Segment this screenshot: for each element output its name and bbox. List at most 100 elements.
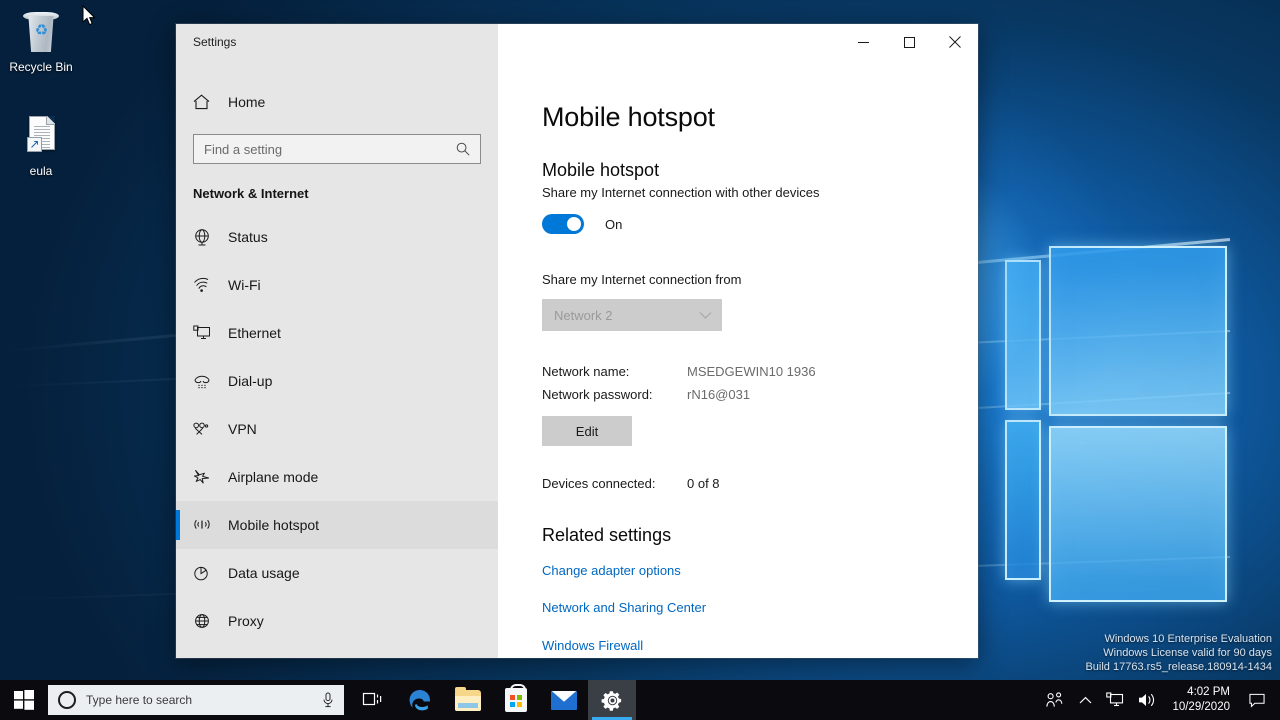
toggle-state-label: On [605, 216, 623, 232]
taskbar: Type here to search 4:02 PM 10/29/2020 [0, 680, 1280, 720]
desktop-icon-eula[interactable]: ↗ eula [4, 112, 78, 179]
share-from-label: Share my Internet connection from [542, 272, 742, 287]
network-password-value: rN16@031 [687, 387, 751, 402]
cortana-icon [58, 691, 76, 709]
taskbar-search-box[interactable]: Type here to search [48, 685, 344, 715]
search-input[interactable] [204, 141, 456, 157]
microsoft-store-icon [505, 684, 527, 712]
maximize-icon [903, 36, 915, 48]
window-controls [498, 24, 978, 60]
airplane-icon [193, 469, 223, 485]
network-name-label: Network name: [542, 364, 630, 379]
mobile-hotspot-toggle-row: On [542, 214, 978, 234]
sidebar-item-label: Ethernet [228, 325, 281, 341]
window-body: Home Network & Internet [176, 60, 978, 658]
dropdown-selected-value: Network 2 [554, 307, 613, 323]
taskbar-app-buttons [348, 680, 636, 720]
sidebar-item-home[interactable]: Home [176, 82, 498, 122]
network-icon [1106, 692, 1124, 707]
link-windows-firewall[interactable]: Windows Firewall [542, 638, 643, 653]
taskbar-app-file-explorer[interactable] [444, 680, 492, 720]
taskbar-app-microsoft-store[interactable] [492, 680, 540, 720]
file-explorer-icon [455, 686, 481, 711]
task-view-icon [362, 692, 382, 706]
people-icon [1046, 692, 1063, 707]
toggle-knob [567, 217, 581, 231]
volume-icon [1139, 693, 1155, 707]
settings-gear-icon [601, 690, 621, 711]
tray-action-center-button[interactable] [1242, 680, 1272, 720]
settings-search-box[interactable] [193, 134, 481, 164]
sidebar-item-label: Mobile hotspot [228, 517, 320, 533]
taskbar-app-microsoft-edge[interactable] [396, 680, 444, 720]
start-button[interactable] [0, 680, 48, 720]
devices-connected-value: 0 of 8 [687, 476, 720, 491]
chevron-up-icon [1080, 696, 1092, 703]
search-icon [456, 142, 472, 156]
chevron-down-icon [699, 311, 712, 320]
link-network-and-sharing-center[interactable]: Network and Sharing Center [542, 600, 706, 615]
sidebar-item-data-usage[interactable]: Data usage [176, 549, 498, 597]
close-icon [949, 36, 961, 48]
link-change-adapter-options[interactable]: Change adapter options [542, 563, 681, 578]
mobile-hotspot-toggle[interactable] [542, 214, 584, 234]
sidebar-item-mobile-hotspot[interactable]: Mobile hotspot [176, 501, 498, 549]
microphone-icon[interactable] [322, 692, 336, 708]
sidebar-item-proxy[interactable]: Proxy [176, 597, 498, 645]
settings-content-pane: Mobile hotspot Mobile hotspot Share my I… [498, 60, 978, 658]
action-center-icon [1249, 693, 1265, 708]
tray-volume-button[interactable] [1131, 680, 1164, 720]
sidebar-item-label: Dial-up [228, 373, 273, 389]
settings-sidebar: Home Network & Internet [176, 60, 498, 658]
globe-status-icon [193, 228, 223, 246]
show-desktop-button[interactable] [1272, 680, 1280, 720]
desktop: ♻ Recycle Bin ↗ eula Settings Home Find … [0, 0, 1280, 720]
sidebar-item-vpn[interactable]: VPN [176, 405, 498, 453]
windows-logo-icon [14, 690, 34, 710]
sidebar-item-label: Airplane mode [228, 469, 319, 485]
dialup-phone-icon [193, 373, 223, 389]
tray-time: 4:02 PM [1187, 686, 1230, 698]
minimize-icon [857, 41, 869, 43]
close-button[interactable] [932, 24, 978, 60]
desktop-icon-recycle-bin[interactable]: ♻ Recycle Bin [4, 8, 78, 75]
tray-show-hidden-icons-button[interactable] [1072, 680, 1099, 720]
home-icon [193, 94, 223, 110]
taskbar-search-placeholder: Type here to search [86, 693, 193, 707]
network-details: Network name: MSEDGEWIN10 1936 Network p… [542, 364, 978, 402]
taskbar-app-mail[interactable] [540, 680, 588, 720]
devices-connected-row: Devices connected: 0 of 8 [542, 476, 978, 491]
sidebar-item-ethernet[interactable]: Ethernet [176, 309, 498, 357]
edit-button[interactable]: Edit [542, 416, 632, 446]
minimize-button[interactable] [840, 24, 886, 60]
sidebar-item-label: Status [228, 229, 268, 245]
window-title: Settings [193, 35, 237, 49]
sidebar-item-label: Wi-Fi [228, 277, 261, 293]
section-subtitle: Share my Internet connection with other … [542, 185, 820, 200]
network-password-label: Network password: [542, 387, 653, 402]
tray-clock[interactable]: 4:02 PM 10/29/2020 [1164, 680, 1242, 720]
maximize-button[interactable] [886, 24, 932, 60]
sidebar-item-label: VPN [228, 421, 257, 437]
taskbar-app-settings[interactable] [588, 680, 636, 720]
wifi-icon [193, 277, 223, 293]
mobile-hotspot-icon [193, 517, 223, 533]
network-password-row: Network password: rN16@031 [542, 387, 978, 402]
sidebar-item-label: Data usage [228, 565, 300, 581]
system-tray: 4:02 PM 10/29/2020 [1039, 680, 1280, 720]
taskbar-app-task-view[interactable] [348, 680, 396, 720]
desktop-icon-label: Recycle Bin [9, 60, 73, 74]
section-heading: Mobile hotspot [542, 160, 660, 180]
sidebar-item-wifi[interactable]: Wi-Fi [176, 261, 498, 309]
titlebar-left: Settings [176, 24, 498, 60]
tray-network-button[interactable] [1099, 680, 1131, 720]
sidebar-item-status[interactable]: Status [176, 213, 498, 261]
tray-people-button[interactable] [1039, 680, 1072, 720]
edge-icon [409, 690, 430, 711]
share-from-dropdown[interactable]: Network 2 [542, 299, 722, 331]
globe-proxy-icon [193, 613, 223, 629]
window-titlebar[interactable]: Settings [176, 24, 978, 60]
text-document-shortcut-icon: ↗ [17, 112, 65, 160]
sidebar-item-airplane-mode[interactable]: Airplane mode [176, 453, 498, 501]
sidebar-item-dial-up[interactable]: Dial-up [176, 357, 498, 405]
